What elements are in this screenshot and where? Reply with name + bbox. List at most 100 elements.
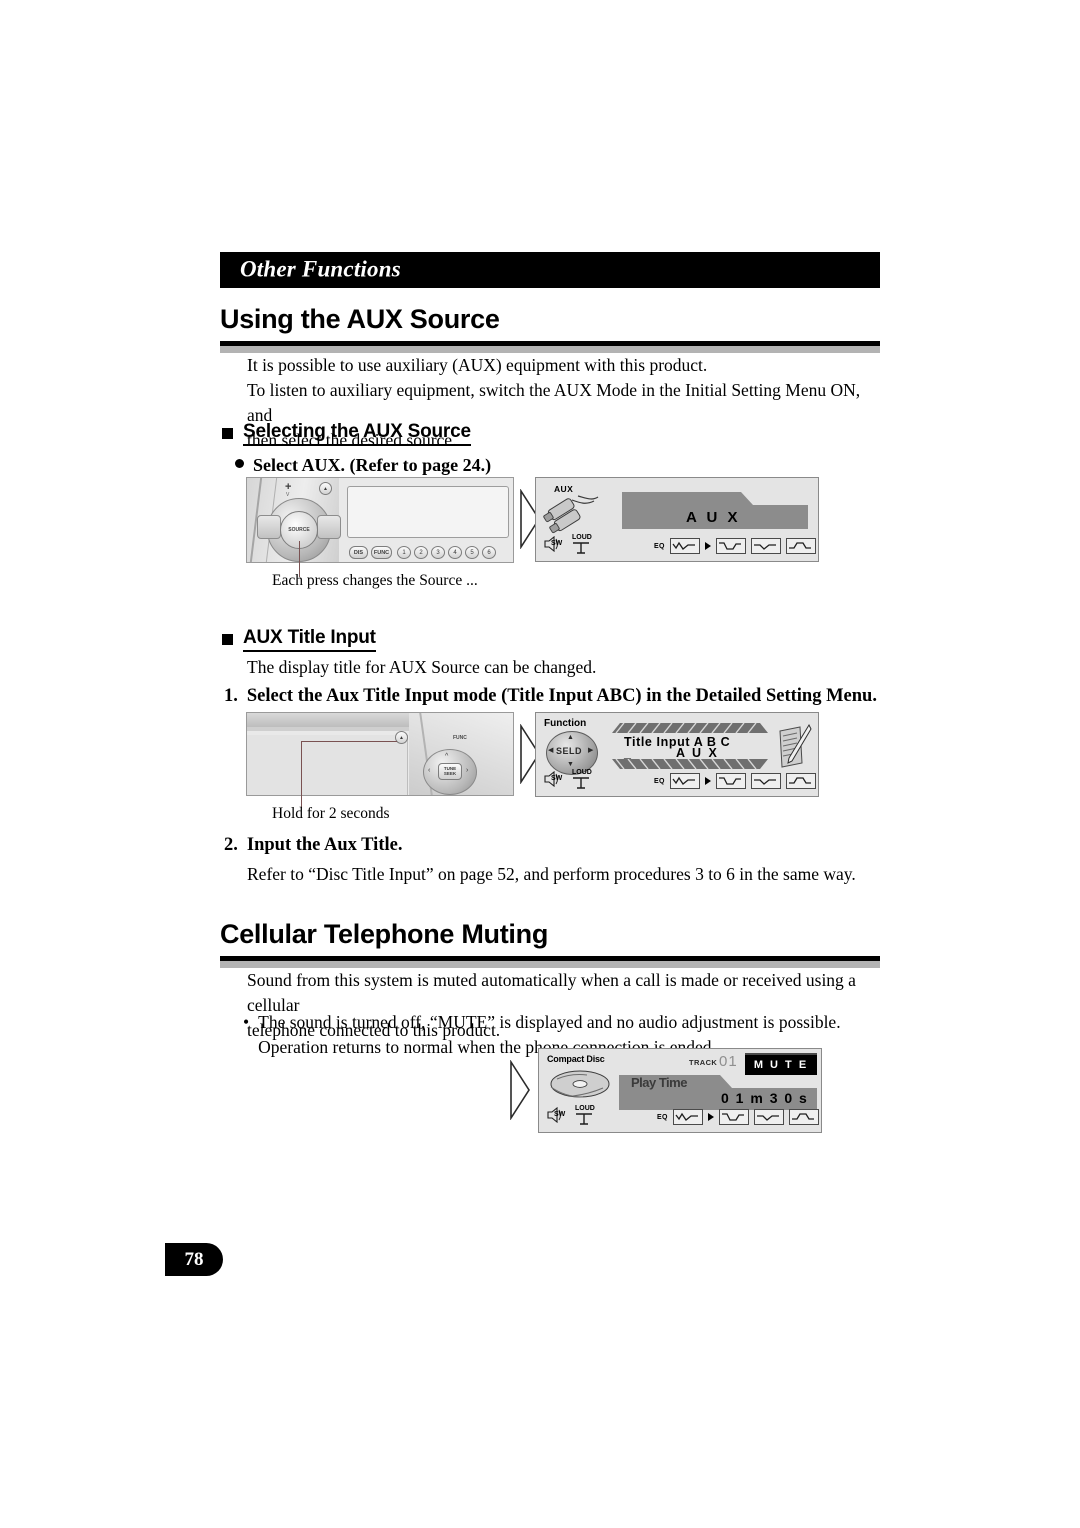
- leader-line-horizontal: [301, 741, 397, 742]
- unit-button-dis[interactable]: DIS: [349, 546, 368, 559]
- eq-preset-4[interactable]: [785, 538, 816, 554]
- head-unit-illustration-source: + V AUDIO − ▲ SOURCE DIS FUNC 1 2 3 4 5 …: [246, 477, 514, 563]
- eject-button-icon[interactable]: ▲: [395, 731, 408, 744]
- lcd-gray-notch: [729, 492, 753, 505]
- step-2-number: 2.: [224, 835, 238, 855]
- lcd-gray-bar-top: [622, 492, 730, 505]
- rca-plug-icon: [543, 495, 599, 534]
- subwoofer-label: SW: [551, 775, 563, 782]
- manual-page: Other Functions Using the AUX Source It …: [0, 0, 1080, 1528]
- unit-preset-6[interactable]: 6: [482, 546, 496, 559]
- eq-preset-3[interactable]: [753, 1109, 784, 1125]
- eq-preset-3[interactable]: [750, 773, 781, 789]
- lcd-hatch-bar-top: [612, 723, 768, 733]
- subsection-title: AUX Title Input: [243, 627, 376, 652]
- page-number: 78: [184, 1248, 204, 1270]
- eq-preset-2[interactable]: [715, 538, 746, 554]
- eq-strip: EQ CSTM: [654, 538, 818, 554]
- chapter-banner-label: Other Functions: [240, 256, 401, 282]
- section-heading-cellular-telephone-muting: Cellular Telephone Muting: [220, 919, 880, 968]
- page-number-tab: 78: [165, 1243, 223, 1276]
- head-unit-illustration-title-input: ▲ FUNC TUNE SEEK ^ ‹ ›: [246, 712, 514, 796]
- loudness-label: LOUD: [575, 1105, 595, 1112]
- eq-preset-1[interactable]: [669, 538, 700, 554]
- figure-caption-hold-2-seconds: Hold for 2 seconds: [272, 805, 390, 822]
- eq-preset-2[interactable]: [715, 773, 746, 789]
- leader-line-vertical: [301, 741, 302, 808]
- lcd-track-label: TRACK: [689, 1058, 718, 1067]
- eq-preset-3[interactable]: [750, 538, 781, 554]
- square-bullet-icon: [222, 428, 233, 439]
- source-button-label: SOURCE: [288, 527, 310, 533]
- unit-preset-3[interactable]: 3: [431, 546, 445, 559]
- status-badge-label: M U T E: [753, 1059, 809, 1071]
- flow-arrow-icon: [510, 1060, 530, 1120]
- bullet-marker: •: [243, 1012, 250, 1032]
- eq-preset-2[interactable]: [718, 1109, 749, 1125]
- lcd-play-time-label: Play Time: [631, 1075, 687, 1090]
- aux-title-input-body-line: The display title for AUX Source can be …: [247, 657, 597, 677]
- eq-strip: EQ CSTM: [657, 1109, 821, 1125]
- lcd-main-text: A U X: [686, 509, 741, 526]
- square-bullet-icon: [222, 634, 233, 645]
- subsection-heading-aux-title-input: AUX Title Input: [222, 627, 376, 652]
- seld-wheel-label: SELD: [556, 746, 583, 756]
- eq-selected-indicator-icon: [704, 542, 711, 550]
- step-2-row: 2. Input the Aux Title.: [224, 835, 402, 856]
- lcd-panel-mute: Compact Disc TRACK 01 M U T E Play Time …: [538, 1048, 822, 1133]
- dot-step-text: Select AUX. (Refer to page 24.): [253, 455, 492, 475]
- lcd-panel-aux: AUX A U X SW LOUD EQ: [535, 477, 819, 562]
- eq-selected-indicator-icon: [704, 777, 711, 785]
- eq-selected-indicator-icon: [707, 1113, 714, 1121]
- func-label: FUNC: [453, 735, 467, 741]
- aux-title-input-body: The display title for AUX Source can be …: [247, 655, 867, 680]
- bullet-line-1: The sound is turned off, “MUTE” is displ…: [258, 1012, 841, 1032]
- eq-label: EQ: [654, 542, 665, 550]
- lcd-gray-notch: [710, 1075, 732, 1088]
- dial-right-wing[interactable]: [317, 515, 341, 539]
- dot-step-select-aux: Select AUX. (Refer to page 24.): [235, 455, 491, 476]
- loudness-icon: [573, 542, 589, 554]
- lcd-mode-label: Function: [544, 718, 587, 729]
- loudness-icon: [573, 777, 589, 789]
- step-1-number: 1.: [224, 686, 238, 706]
- unit-display-screen: [347, 486, 509, 538]
- subsection-title: Selecting the AUX Source: [243, 421, 471, 446]
- figure-caption-each-press: Each press changes the Source ...: [272, 572, 478, 589]
- eq-preset-1[interactable]: [669, 773, 700, 789]
- dial-left-wing[interactable]: [257, 515, 281, 539]
- eq-preset-4[interactable]: [788, 1109, 819, 1125]
- lcd-hatch-bar-bottom: [612, 759, 768, 769]
- unit-preset-2[interactable]: 2: [414, 546, 428, 559]
- tune-seek-button[interactable]: TUNE SEEK: [438, 763, 462, 780]
- loudness-label: LOUD: [572, 769, 592, 776]
- step-1-text: Select the Aux Title Input mode (Title I…: [246, 686, 877, 706]
- lcd-panel-title-input: Function SELD ▲ ▼ ◀ ▶ Title Input A B C …: [535, 712, 819, 797]
- eq-label: EQ: [654, 777, 665, 785]
- unit-button-func[interactable]: FUNC: [371, 546, 392, 559]
- heading-rule-gray: [220, 345, 880, 353]
- loudness-icon: [576, 1113, 592, 1125]
- title-edit-pen-icon: [779, 723, 812, 768]
- section-heading-using-aux-source: Using the AUX Source: [220, 304, 880, 353]
- step-2-text: Input the Aux Title.: [246, 835, 403, 855]
- section-title: Cellular Telephone Muting: [220, 919, 549, 949]
- eq-preset-1[interactable]: [672, 1109, 703, 1125]
- eq-label: EQ: [657, 1113, 668, 1121]
- eq-preset-4[interactable]: [785, 773, 816, 789]
- subwoofer-label: SW: [551, 540, 563, 547]
- loudness-label: LOUD: [572, 534, 592, 541]
- lcd-track-number: 01: [719, 1053, 738, 1070]
- step-2-body-line: Refer to “Disc Title Input” on page 52, …: [247, 864, 856, 884]
- subsection-heading-selecting-the-aux-source: Selecting the AUX Source: [222, 421, 471, 446]
- intro-line-1: It is possible to use auxiliary (AUX) eq…: [247, 355, 708, 375]
- figure-mute-display: Compact Disc TRACK 01 M U T E Play Time …: [508, 1048, 868, 1148]
- lcd-title-input-cursor: _: [624, 746, 631, 760]
- unit-preset-1[interactable]: 1: [397, 546, 411, 559]
- unit-preset-4[interactable]: 4: [448, 546, 462, 559]
- eject-button-icon[interactable]: ▲: [319, 482, 332, 495]
- unit-preset-5[interactable]: 5: [465, 546, 479, 559]
- figure-select-aux: + V AUDIO − ▲ SOURCE DIS FUNC 1 2 3 4 5 …: [246, 477, 866, 587]
- step-1-row: 1. Select the Aux Title Input mode (Titl…: [224, 686, 877, 707]
- section-title: Using the AUX Source: [220, 304, 500, 334]
